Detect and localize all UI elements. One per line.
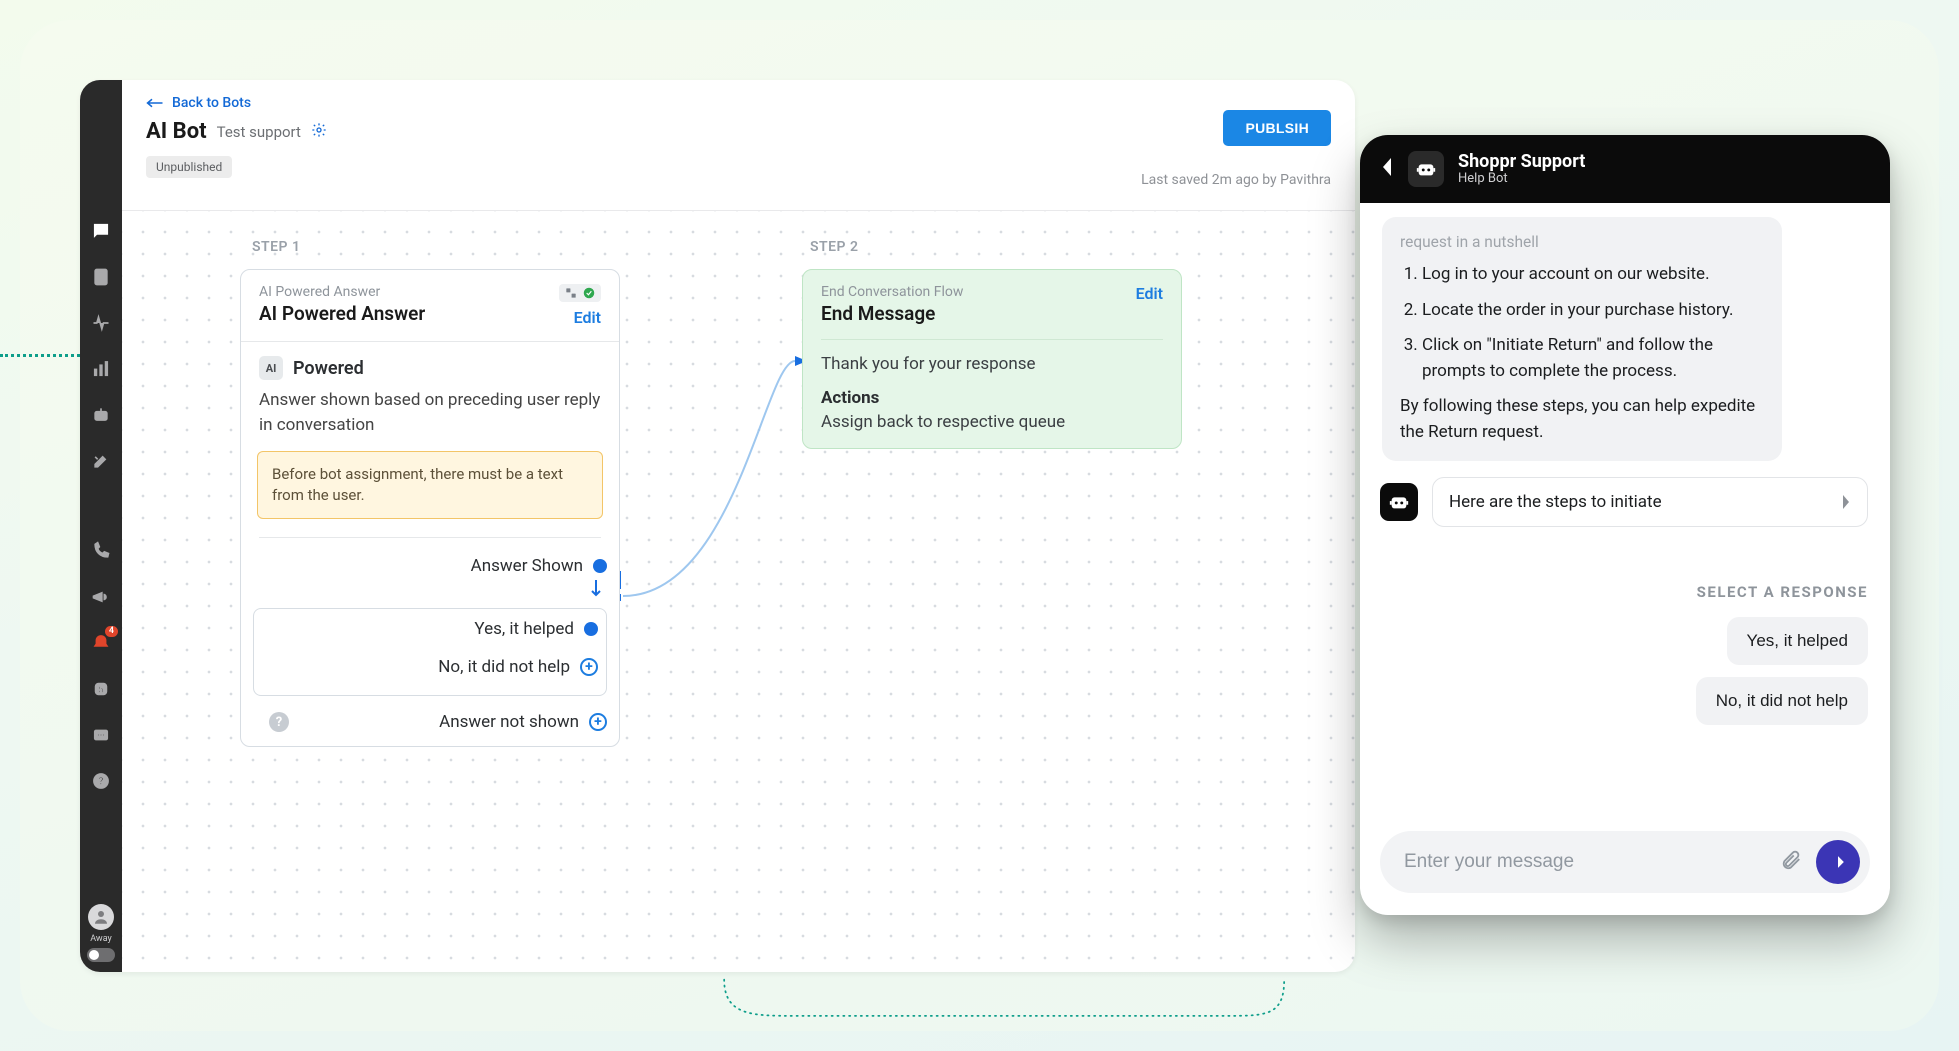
end-message-text: Thank you for your response xyxy=(821,354,1163,374)
node-status-icons xyxy=(559,284,601,302)
step-item: Locate the order in your purchase histor… xyxy=(1422,298,1764,324)
megaphone-icon[interactable] xyxy=(90,586,112,608)
left-sidebar: 4 h ? Away xyxy=(80,80,122,972)
bot-avatar-icon xyxy=(1380,483,1418,521)
chat-widget: Shoppr Support Help Bot request in a nut… xyxy=(1360,135,1890,915)
user-avatar[interactable] xyxy=(88,904,114,930)
publish-button[interactable]: PUBLSIH xyxy=(1223,110,1331,146)
node-description: Answer shown based on preceding user rep… xyxy=(241,380,619,437)
message-icon[interactable] xyxy=(90,724,112,746)
presence-label: Away xyxy=(90,934,112,944)
bot-builder-panel: 4 h ? Away Back to Bots AI Bot xyxy=(80,80,1355,972)
edit-node-link[interactable]: Edit xyxy=(1136,284,1163,303)
node-mini-title: End Conversation Flow xyxy=(821,284,963,300)
edit-node-link[interactable]: Edit xyxy=(574,308,601,327)
chat-icon[interactable] xyxy=(90,220,112,242)
app-icon[interactable]: h xyxy=(90,678,112,700)
port-dot-icon xyxy=(584,622,598,636)
port-not-shown[interactable]: Answer not shown + xyxy=(439,712,607,732)
response-section-label: SELECT A RESPONSE xyxy=(1697,583,1868,601)
port-no-help[interactable]: No, it did not help + xyxy=(254,657,606,687)
action-text: Assign back to respective queue xyxy=(821,412,1163,432)
actions-label: Actions xyxy=(821,388,1163,408)
bot-message-bubble: request in a nutshell Log in to your acc… xyxy=(1382,217,1782,461)
node-title: AI Powered Answer xyxy=(259,302,425,325)
back-to-bots-link[interactable]: Back to Bots xyxy=(146,95,251,111)
end-conversation-node[interactable]: End Conversation Flow End Message Edit T… xyxy=(802,269,1182,449)
add-branch-icon[interactable]: + xyxy=(589,713,607,731)
presence-toggle[interactable] xyxy=(87,948,115,962)
suggestion-pill[interactable]: Here are the steps to initiate xyxy=(1432,477,1868,527)
step-item: Log in to your account on our website. xyxy=(1422,262,1764,288)
warning-banner: Before bot assignment, there must be a t… xyxy=(257,451,603,519)
chat-subtitle: Help Bot xyxy=(1458,171,1585,186)
svg-text:?: ? xyxy=(99,776,104,787)
bot-subtitle: Test support xyxy=(217,123,301,141)
response-yes-button[interactable]: Yes, it helped xyxy=(1727,617,1868,665)
chat-text-input[interactable] xyxy=(1404,851,1766,873)
port-dot-icon xyxy=(593,559,607,573)
phone-icon[interactable] xyxy=(90,540,112,562)
chat-title: Shoppr Support xyxy=(1458,152,1585,172)
node-title: End Message xyxy=(821,302,963,325)
tools-icon[interactable] xyxy=(90,450,112,472)
step2-label: STEP 2 xyxy=(810,239,859,255)
bot-icon[interactable] xyxy=(90,404,112,426)
doc-icon[interactable] xyxy=(90,266,112,288)
chat-input-bar xyxy=(1380,831,1870,893)
response-no-button[interactable]: No, it did not help xyxy=(1696,677,1868,725)
bot-avatar-icon xyxy=(1408,151,1444,187)
bubble-cutoff-text: request in a nutshell xyxy=(1400,231,1764,254)
port-yes-helped[interactable]: Yes, it helped xyxy=(254,619,606,649)
back-label: Back to Bots xyxy=(172,95,251,111)
help-icon[interactable]: ? xyxy=(90,770,112,792)
step1-label: STEP 1 xyxy=(252,239,301,255)
bell-icon[interactable]: 4 xyxy=(90,632,112,654)
status-chip: Unpublished xyxy=(146,156,232,178)
bubble-footer: By following these steps, you can help e… xyxy=(1400,394,1764,445)
activity-icon[interactable] xyxy=(90,312,112,334)
svg-text:h: h xyxy=(99,685,104,695)
ai-badge-icon: AI xyxy=(259,356,283,380)
notification-badge: 4 xyxy=(105,626,118,637)
last-saved-text: Last saved 2m ago by Pavithra xyxy=(1141,172,1331,188)
chat-back-icon[interactable] xyxy=(1380,156,1394,182)
bot-title: AI Bot xyxy=(146,119,207,144)
help-hint-icon[interactable]: ? xyxy=(269,712,289,732)
node-mini-title: AI Powered Answer xyxy=(259,284,425,300)
send-button[interactable] xyxy=(1816,840,1860,884)
powered-label: Powered xyxy=(293,358,364,379)
ai-answer-node[interactable]: AI Powered Answer AI Powered Answer Edit… xyxy=(240,269,620,747)
settings-gear-icon[interactable] xyxy=(311,122,327,142)
flow-canvas[interactable]: STEP 1 STEP 2 AI Powered Answer AI Power… xyxy=(122,210,1355,972)
add-branch-icon[interactable]: + xyxy=(580,658,598,676)
step-item: Click on "Initiate Return" and follow th… xyxy=(1422,333,1764,384)
analytics-icon[interactable] xyxy=(90,358,112,380)
attachment-icon[interactable] xyxy=(1780,849,1802,875)
